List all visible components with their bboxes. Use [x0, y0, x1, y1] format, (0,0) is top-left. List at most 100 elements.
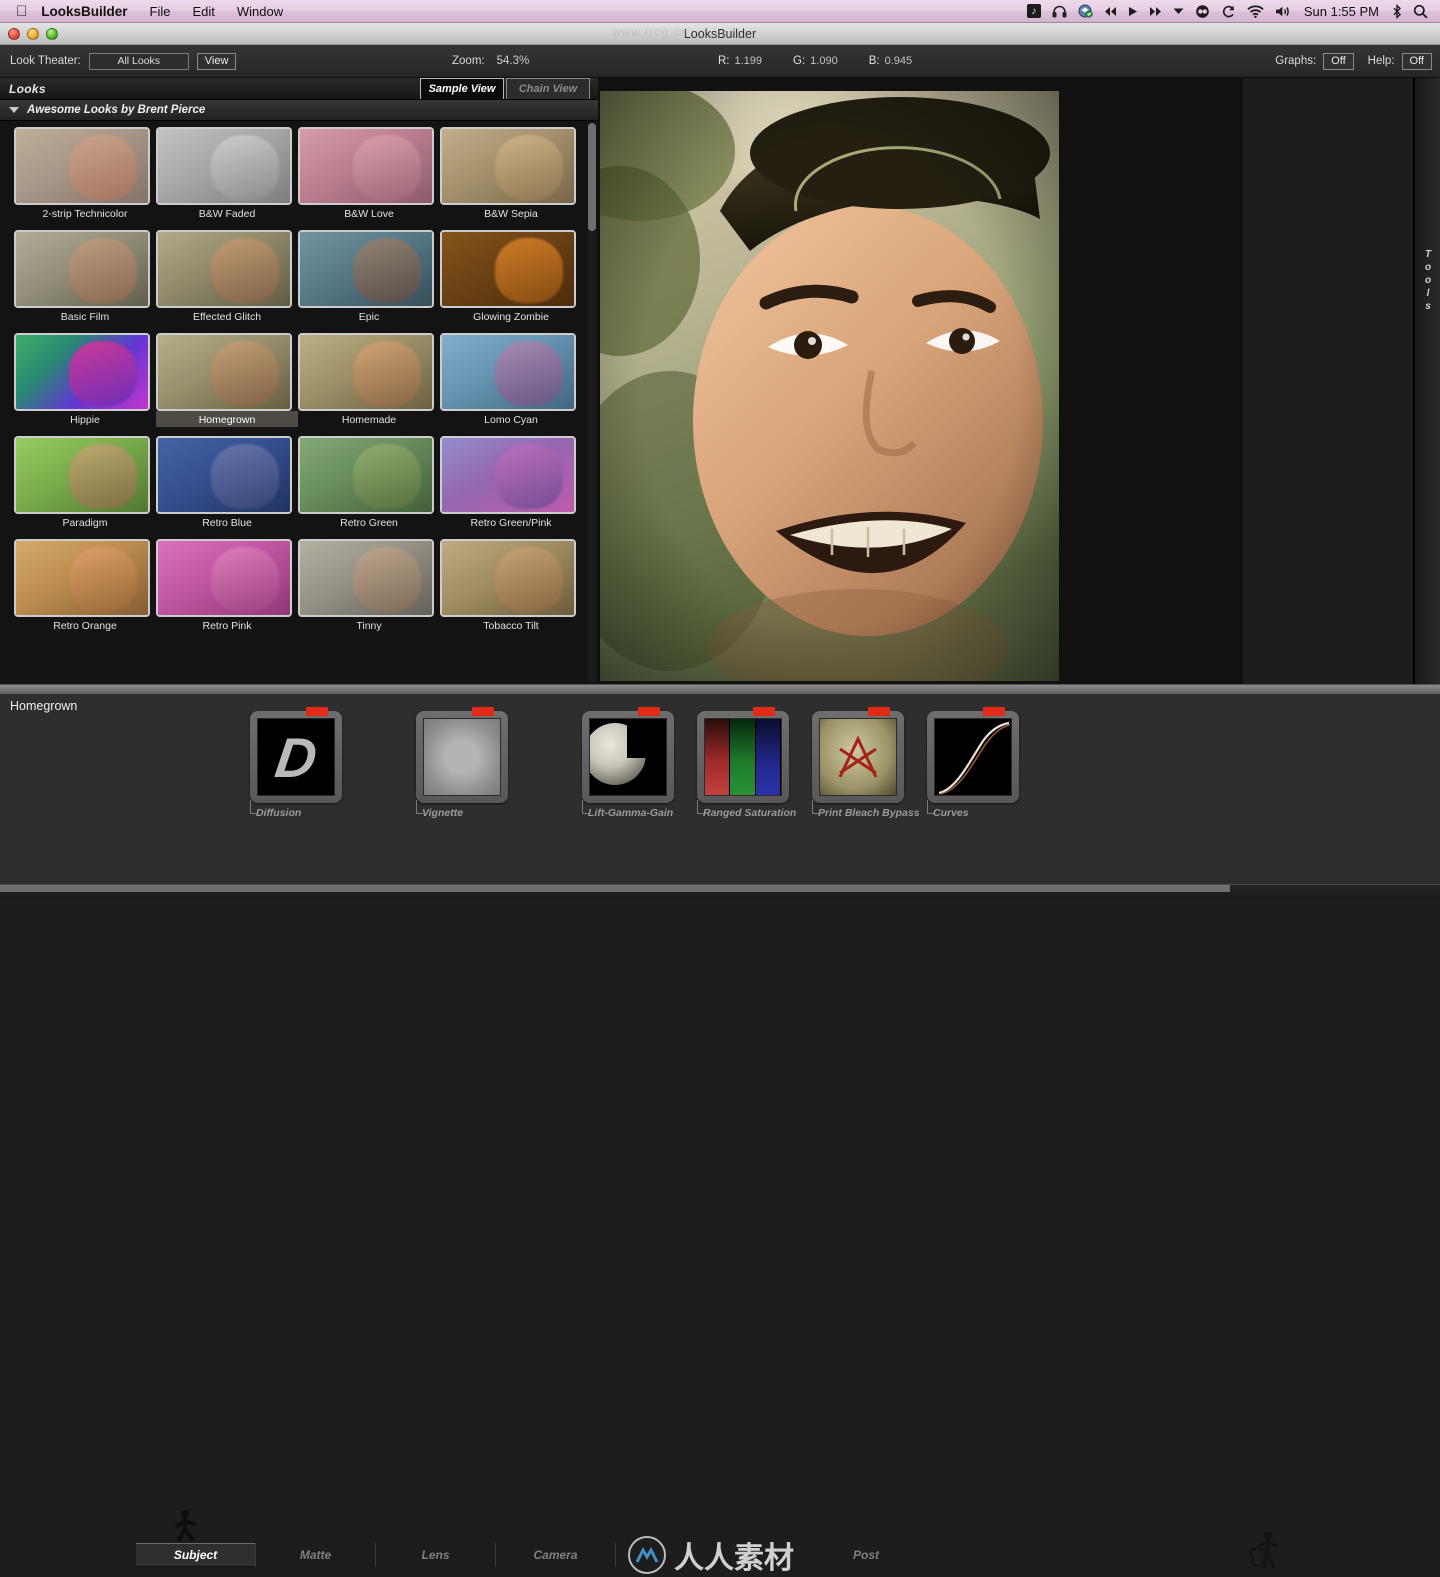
look-thumbnail-label: Retro Green/Pink: [470, 517, 552, 529]
look-thumbnail-image[interactable]: [298, 436, 434, 514]
look-thumbnail-image[interactable]: [440, 333, 576, 411]
look-thumbnail-image[interactable]: [14, 539, 150, 617]
look-thumbnail-cell[interactable]: Retro Green: [298, 436, 440, 530]
menu-bar-clock[interactable]: Sun 1:55 PM: [1302, 4, 1381, 19]
menu-item-edit[interactable]: Edit: [192, 4, 214, 19]
bluetooth-icon[interactable]: [1392, 3, 1402, 19]
dropbox-icon[interactable]: [1078, 4, 1093, 18]
look-thumbnail-cell[interactable]: Lomo Cyan: [440, 333, 582, 427]
tool-enabled-indicator[interactable]: [306, 707, 328, 716]
tab-chain-view[interactable]: Chain View: [506, 78, 590, 99]
tool-enabled-indicator[interactable]: [638, 707, 660, 716]
minimize-button[interactable]: [27, 28, 39, 40]
look-thumbnail-image[interactable]: [156, 436, 292, 514]
view-button[interactable]: View: [196, 52, 237, 70]
look-thumbnail-cell[interactable]: B&W Love: [298, 127, 440, 221]
look-thumbnail-image[interactable]: [298, 127, 434, 205]
look-thumbnail-image[interactable]: [440, 127, 576, 205]
look-thumbnail-image[interactable]: [14, 230, 150, 308]
look-thumbnail-image[interactable]: [14, 127, 150, 205]
tab-subject[interactable]: Subject: [136, 1543, 256, 1567]
look-thumbnail-cell[interactable]: Retro Pink: [156, 539, 298, 633]
footer-scrollbar[interactable]: [0, 885, 1230, 892]
looks-scrollbar-thumb[interactable]: [588, 123, 596, 231]
menu-item-window[interactable]: Window: [237, 4, 283, 19]
look-thumbnail-cell[interactable]: Paradigm: [14, 436, 156, 530]
look-thumbnail-image[interactable]: [298, 333, 434, 411]
menu-item-file[interactable]: File: [150, 4, 171, 19]
help-label: Help:: [1367, 55, 1395, 67]
music-note-icon[interactable]: ♪: [1026, 4, 1041, 18]
look-thumbnail-cell[interactable]: Retro Green/Pink: [440, 436, 582, 530]
looks-scrollbar[interactable]: [588, 123, 596, 682]
thumbnail-grade-overlay: [16, 129, 148, 203]
tab-camera[interactable]: Camera: [496, 1543, 616, 1567]
look-thumbnail-cell[interactable]: Basic Film: [14, 230, 156, 324]
tool-tile-vignette[interactable]: Vignette: [415, 707, 508, 819]
look-thumbnail-cell[interactable]: Tinny: [298, 539, 440, 633]
tool-enabled-indicator[interactable]: [868, 707, 890, 716]
wifi-icon[interactable]: [1247, 4, 1264, 18]
tab-post[interactable]: Post: [806, 1543, 926, 1567]
look-thumbnail-image[interactable]: [156, 127, 292, 205]
rewind-icon[interactable]: [1104, 6, 1117, 17]
trash-person-icon[interactable]: [1248, 1530, 1282, 1569]
disclosure-triangle-icon[interactable]: [9, 107, 19, 113]
tool-enabled-indicator[interactable]: [983, 707, 1005, 716]
tab-lens[interactable]: Lens: [376, 1543, 496, 1567]
tab-sample-view[interactable]: Sample View: [420, 78, 504, 99]
look-thumbnail-image[interactable]: [156, 333, 292, 411]
look-thumbnail-cell[interactable]: Homegrown: [156, 333, 298, 427]
look-thumbnail-cell[interactable]: Glowing Zombie: [440, 230, 582, 324]
headphones-icon[interactable]: [1052, 5, 1067, 18]
look-thumbnail-cell[interactable]: B&W Sepia: [440, 127, 582, 221]
play-icon[interactable]: [1128, 6, 1138, 17]
preview-image[interactable]: [600, 91, 1059, 681]
volume-icon[interactable]: [1275, 5, 1291, 18]
look-thumbnail-image[interactable]: [298, 539, 434, 617]
looks-group-header[interactable]: Awesome Looks by Brent Pierce: [0, 100, 598, 121]
graphs-toggle[interactable]: Off: [1323, 52, 1354, 70]
look-thumbnail-cell[interactable]: Hippie: [14, 333, 156, 427]
tool-tile-print-bleach-bypass[interactable]: Print Bleach Bypass: [812, 707, 920, 819]
menu-app-name[interactable]: LooksBuilder: [41, 4, 127, 19]
look-thumbnail-image[interactable]: [440, 539, 576, 617]
look-thumbnail-image[interactable]: [440, 436, 576, 514]
look-theater-select[interactable]: All Looks: [88, 52, 189, 70]
apple-icon[interactable]: : [16, 4, 27, 19]
look-thumbnail-cell[interactable]: Retro Blue: [156, 436, 298, 530]
look-thumbnail-cell[interactable]: 2-strip Technicolor: [14, 127, 156, 221]
tool-tile-curves[interactable]: Curves: [927, 707, 1019, 819]
look-thumbnail-image[interactable]: [440, 230, 576, 308]
looks-panel: Looks Sample View Chain View Awesome Loo…: [0, 78, 598, 684]
zoom-value[interactable]: 54.3%: [497, 55, 530, 67]
help-toggle[interactable]: Off: [1401, 52, 1432, 70]
tool-tile-diffusion[interactable]: D Diffusion: [249, 707, 342, 819]
tool-tile-lift-gamma-gain[interactable]: Lift-Gamma-Gain: [581, 707, 674, 819]
sync-icon[interactable]: [1221, 4, 1236, 19]
chevron-down-icon[interactable]: [1173, 7, 1184, 15]
search-icon[interactable]: [1413, 4, 1428, 19]
look-thumbnail-cell[interactable]: Epic: [298, 230, 440, 324]
look-thumbnail-image[interactable]: [14, 333, 150, 411]
close-button[interactable]: [8, 28, 20, 40]
look-thumbnail-cell[interactable]: B&W Faded: [156, 127, 298, 221]
look-thumbnail-image[interactable]: [298, 230, 434, 308]
look-thumbnail-cell[interactable]: Retro Orange: [14, 539, 156, 633]
look-thumbnail-image[interactable]: [14, 436, 150, 514]
look-thumbnail-cell[interactable]: Effected Glitch: [156, 230, 298, 324]
look-thumbnail-image[interactable]: [156, 539, 292, 617]
tool-enabled-indicator[interactable]: [472, 707, 494, 716]
tool-enabled-indicator[interactable]: [753, 707, 775, 716]
look-thumbnail-cell[interactable]: Homemade: [298, 333, 440, 427]
look-thumbnail-cell[interactable]: Tobacco Tilt: [440, 539, 582, 633]
tab-matte[interactable]: Matte: [256, 1543, 376, 1567]
look-thumbnail-image[interactable]: [156, 230, 292, 308]
fastforward-icon[interactable]: [1149, 6, 1162, 17]
zoom-button[interactable]: [46, 28, 58, 40]
tools-rail[interactable]: T o o l s: [1414, 78, 1440, 684]
window-title-bar: LooksBuilder www.rrcg.cn: [0, 23, 1440, 45]
spotlight-eclipse-icon[interactable]: [1195, 4, 1210, 19]
looks-thumbnail-scroll[interactable]: 2-strip Technicolor B&W Faded B&W Love B&W …: [0, 121, 598, 684]
tool-tile-ranged-saturation[interactable]: Ranged Saturation: [696, 707, 796, 819]
